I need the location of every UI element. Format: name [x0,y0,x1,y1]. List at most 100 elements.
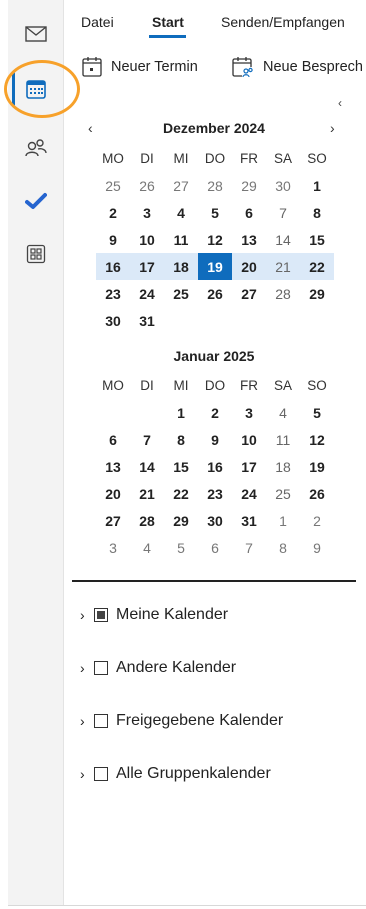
day-cell[interactable]: 3 [96,534,130,561]
day-cell[interactable]: 22 [164,480,198,507]
calendar-group[interactable]: › Alle Gruppenkalender [80,765,271,783]
day-cell[interactable]: 29 [300,280,334,307]
day-cell[interactable]: 5 [198,199,232,226]
day-cell[interactable]: 11 [266,426,300,453]
day-cell[interactable]: 13 [232,226,266,253]
day-cell[interactable]: 20 [96,480,130,507]
todo-icon[interactable] [20,185,52,217]
day-cell[interactable]: 15 [300,226,334,253]
day-cell[interactable]: 4 [130,534,164,561]
day-cell[interactable]: 5 [164,534,198,561]
day-cell[interactable]: 17 [232,453,266,480]
day-cell[interactable]: 31 [130,307,164,334]
day-cell[interactable]: 6 [198,534,232,561]
day-cell[interactable]: 9 [300,534,334,561]
day-cell[interactable]: 7 [130,426,164,453]
day-cell[interactable]: 8 [300,199,334,226]
apps-icon[interactable] [20,238,52,270]
day-cell[interactable]: 23 [96,280,130,307]
day-cell[interactable]: 25 [164,280,198,307]
day-cell[interactable]: 4 [164,199,198,226]
calendar-group[interactable]: › Freigegebene Kalender [80,712,283,730]
day-cell[interactable]: 29 [232,172,266,199]
day-cell[interactable]: 27 [232,280,266,307]
day-cell[interactable]: 8 [164,426,198,453]
day-cell[interactable]: 30 [266,172,300,199]
day-cell[interactable]: 3 [130,199,164,226]
calendar-group[interactable]: › Meine Kalender [80,606,228,624]
day-cell[interactable]: 18 [164,253,198,280]
day-cell[interactable]: 31 [232,507,266,534]
expand-chevron-icon[interactable]: › [80,713,90,729]
day-cell[interactable]: 19 [300,453,334,480]
tab-datei[interactable]: Datei [81,14,114,30]
day-cell[interactable]: 20 [232,253,266,280]
group-checkbox[interactable] [94,714,108,728]
day-cell[interactable]: 2 [300,507,334,534]
day-cell[interactable]: 21 [266,253,300,280]
day-cell[interactable]: 27 [164,172,198,199]
day-cell[interactable]: 17 [130,253,164,280]
day-cell[interactable]: 21 [130,480,164,507]
day-cell[interactable]: 7 [232,534,266,561]
day-cell[interactable]: 26 [300,480,334,507]
mail-icon[interactable] [20,18,52,50]
day-cell[interactable]: 6 [96,426,130,453]
day-cell[interactable]: 1 [266,507,300,534]
day-cell[interactable]: 24 [130,280,164,307]
day-cell[interactable]: 7 [266,199,300,226]
tab-start[interactable]: Start [152,14,184,30]
day-cell[interactable]: 1 [300,172,334,199]
day-cell[interactable]: 30 [96,307,130,334]
day-cell[interactable]: 24 [232,480,266,507]
day-cell[interactable]: 16 [198,453,232,480]
day-cell[interactable]: 4 [266,399,300,426]
today-cell[interactable]: 19 [198,253,232,280]
day-cell[interactable]: 14 [266,226,300,253]
day-cell[interactable]: 30 [198,507,232,534]
day-cell[interactable]: 12 [300,426,334,453]
day-cell[interactable]: 2 [198,399,232,426]
group-checkbox[interactable] [94,661,108,675]
day-cell[interactable]: 25 [266,480,300,507]
day-cell[interactable]: 3 [232,399,266,426]
day-cell[interactable]: 23 [198,480,232,507]
day-cell[interactable]: 14 [130,453,164,480]
day-cell[interactable]: 13 [96,453,130,480]
day-cell[interactable]: 18 [266,453,300,480]
day-cell[interactable]: 25 [96,172,130,199]
people-icon[interactable] [20,132,52,164]
day-cell[interactable]: 27 [96,507,130,534]
day-cell[interactable]: 10 [232,426,266,453]
expand-chevron-icon[interactable]: › [80,607,90,623]
day-cell[interactable]: 16 [96,253,130,280]
day-cell[interactable]: 15 [164,453,198,480]
new-meeting-button[interactable]: Neue Besprech [231,56,363,78]
day-cell[interactable]: 28 [130,507,164,534]
day-cell[interactable]: 8 [266,534,300,561]
day-cell[interactable]: 22 [300,253,334,280]
day-cell[interactable]: 9 [96,226,130,253]
day-cell[interactable]: 26 [130,172,164,199]
day-cell[interactable]: 9 [198,426,232,453]
day-cell[interactable]: 12 [198,226,232,253]
day-cell[interactable]: 28 [266,280,300,307]
new-appointment-button[interactable]: Neuer Termin [81,56,198,78]
day-cell[interactable]: 29 [164,507,198,534]
day-cell[interactable]: 2 [96,199,130,226]
tab-senden-empfangen[interactable]: Senden/Empfangen [221,14,345,30]
day-cell[interactable]: 10 [130,226,164,253]
day-cell[interactable]: 6 [232,199,266,226]
day-cell[interactable]: 28 [198,172,232,199]
day-cell[interactable]: 26 [198,280,232,307]
day-cell[interactable]: 5 [300,399,334,426]
group-checkbox[interactable] [94,767,108,781]
expand-chevron-icon[interactable]: › [80,766,90,782]
collapse-pane-chevron-icon[interactable]: ‹ [338,96,342,110]
day-cell[interactable]: 11 [164,226,198,253]
expand-chevron-icon[interactable]: › [80,660,90,676]
day-cell[interactable]: 1 [164,399,198,426]
group-checkbox[interactable] [94,608,108,622]
next-month-arrow-icon[interactable]: › [330,120,335,136]
calendar-group[interactable]: › Andere Kalender [80,659,236,677]
